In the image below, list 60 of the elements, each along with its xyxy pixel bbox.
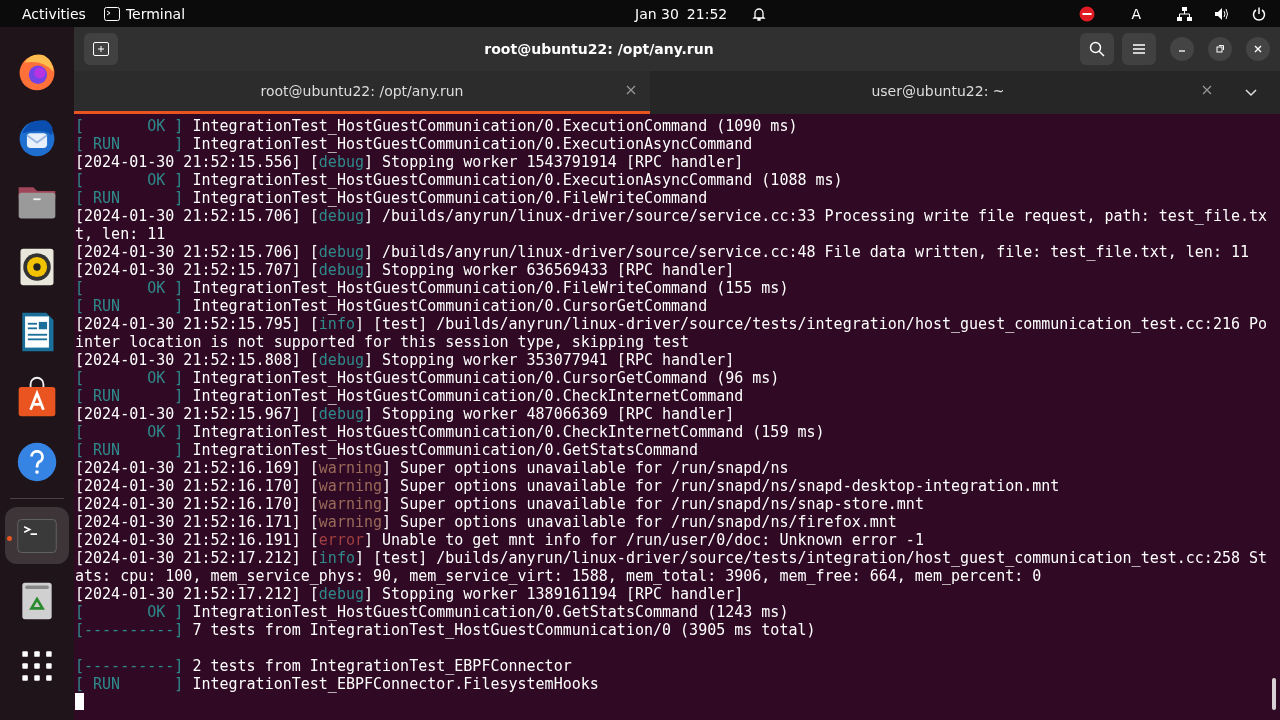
terminal-line: [ OK ] IntegrationTest_HostGuestCommunication/0.GetStatsCommand (1243 ms) [75, 603, 789, 621]
terminal-tab[interactable]: user@ubuntu22: ~ [650, 71, 1226, 114]
terminal-line: [2024-01-30 21:52:16.169] [warning] Super options unavailable for /run/snapd/ns [75, 459, 789, 477]
terminal-line: [----------] 7 tests from IntegrationTest_HostGuestCommunication/0 (3905 ms total) [75, 621, 816, 639]
bell-icon[interactable] [751, 5, 768, 22]
scrollbar-thumb[interactable] [1272, 678, 1276, 710]
terminal-line: [ RUN ] IntegrationTest_HostGuestCommunication/0.ExecutionAsyncCommand [75, 135, 753, 153]
clock-time[interactable]: 21:52 [686, 5, 728, 22]
menu-icon[interactable] [1132, 43, 1146, 55]
terminal-line: [ OK ] IntegrationTest_HostGuestCommunication/0.CheckInternetCommand (159 ms) [75, 423, 825, 441]
terminal-line: [----------] 2 tests from IntegrationTest_EBPFConnector [75, 657, 572, 675]
terminal-line: [2024-01-30 21:52:17.212] [debug] Stopping worker 1389161194 [RPC handler] [75, 585, 744, 603]
terminal-line: inter location is not supported for this session type, skipping test [75, 333, 690, 351]
power-icon[interactable] [1252, 6, 1266, 21]
search-button[interactable] [1080, 33, 1114, 65]
terminal-line: [2024-01-30 21:52:15.808] [debug] Stopping worker 353077941 [RPC handler] [75, 351, 735, 369]
terminal-line: [ OK ] IntegrationTest_HostGuestCommunication/0.CursorGetCommand (96 ms) [75, 369, 780, 387]
terminal-line: [2024-01-30 21:52:15.706] [debug] /builds/anyrun/linux-driver/source/service.cc:33 Processing write file request, path: test_file.tx [75, 207, 1268, 225]
text-cursor [75, 693, 84, 710]
clock-date[interactable]: Jan 30 [635, 5, 679, 22]
close-icon[interactable] [1202, 85, 1212, 95]
terminal-line: [2024-01-30 21:52:16.191] [error] Unable to get mnt info for /run/user/0/doc: Unknown error -1 [75, 531, 924, 549]
menu-button[interactable] [1122, 33, 1156, 65]
terminal-line: [2024-01-30 21:52:15.967] [debug] Stopping worker 487066369 [RPC handler] [75, 405, 735, 423]
minimize-button[interactable] [1170, 37, 1194, 61]
terminal-line: [2024-01-30 21:52:15.707] [debug] Stopping worker 636569433 [RPC handler] [75, 261, 735, 279]
restore-icon[interactable] [1215, 44, 1225, 54]
terminal-line: [2024-01-30 21:52:16.170] [warning] Super options unavailable for /run/snapd/ns/snap-store.mnt [75, 495, 924, 513]
maximize-button[interactable] [1208, 37, 1232, 61]
terminal-line: [ RUN ] IntegrationTest_HostGuestCommunication/0.GetStatsCommand [75, 441, 699, 459]
terminal-line: [ RUN ] IntegrationTest_HostGuestCommunication/0.CursorGetCommand [75, 297, 708, 315]
app-menu[interactable]: Terminal [125, 5, 186, 22]
terminal-line: [ OK ] IntegrationTest_HostGuestCommunication/0.FileWriteCommand (155 ms) [75, 279, 789, 297]
terminal-line: [ OK ] IntegrationTest_HostGuestCommunication/0.ExecutionAsyncCommand (1088 ms) [75, 171, 843, 189]
terminal-tab[interactable]: root@ubuntu22: /opt/any.run [74, 71, 650, 114]
no-entry-icon[interactable] [1079, 5, 1096, 22]
terminal-line: [2024-01-30 21:52:15.795] [info] [test] /builds/anyrun/linux-driver/source/tests/integration/host_guest_communication_test.cc:216 Po [75, 315, 1268, 333]
network-icon[interactable] [1177, 6, 1192, 21]
window-title: root@ubuntu22: /opt/any.run [483, 41, 715, 57]
terminal-line: ats: cpu: 100, mem_service_phys: 90, mem_service_virt: 1588, mem_total: 3906, mem_free: 664, mem_percent: 0 [75, 567, 1042, 585]
close-icon[interactable] [626, 85, 636, 95]
terminal-icon [103, 6, 120, 21]
terminal-line: t, len: 11 [75, 225, 166, 243]
new-tab-button[interactable] [84, 33, 118, 65]
terminal-line: [2024-01-30 21:52:16.171] [warning] Super options unavailable for /run/snapd/ns/firefox.mnt [75, 513, 897, 531]
terminal-line: [ RUN ] IntegrationTest_EBPFConnector.FilesystemHooks [75, 675, 599, 693]
new-tab-icon[interactable] [93, 42, 109, 56]
search-icon[interactable] [1089, 41, 1105, 57]
close-button[interactable] [1246, 37, 1270, 61]
terminal-line: [ RUN ] IntegrationTest_HostGuestCommunication/0.CheckInternetCommand [75, 387, 744, 405]
caret-icon[interactable] [1245, 88, 1257, 97]
volume-icon[interactable] [1214, 6, 1230, 21]
activities-button[interactable]: Activities [18, 5, 90, 22]
keyboard-layout[interactable]: A [1131, 5, 1141, 22]
terminal-line: [2024-01-30 21:52:15.706] [debug] /builds/anyrun/linux-driver/source/service.cc:48 File data written, file: test_file.txt, len: 11 [75, 243, 1249, 261]
terminal-line: [2024-01-30 21:52:16.170] [warning] Super options unavailable for /run/snapd/ns/snapd-desktop-integration.mnt [75, 477, 1060, 495]
terminal-line: [ OK ] IntegrationTest_HostGuestCommunication/0.ExecutionCommand (1090 ms) [75, 117, 798, 135]
terminal-line: [2024-01-30 21:52:15.556] [debug] Stopping worker 1543791914 [RPC handler] [75, 153, 744, 171]
terminal-line: [ RUN ] IntegrationTest_HostGuestCommunication/0.FileWriteCommand [75, 189, 708, 207]
terminal-line: [2024-01-30 21:52:17.212] [info] [test] /builds/anyrun/linux-driver/source/tests/integration/host_guest_communication_test.cc:258 St [75, 549, 1268, 567]
